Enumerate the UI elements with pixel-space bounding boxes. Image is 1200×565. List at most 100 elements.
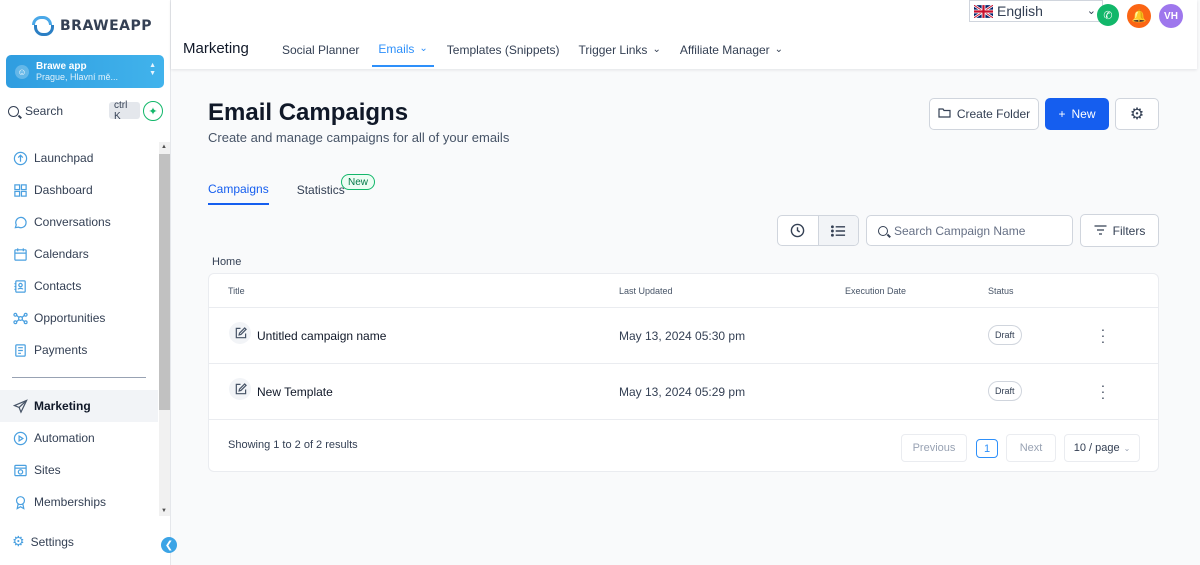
tab-campaigns[interactable]: Campaigns [208,174,269,205]
module-title: Marketing [183,40,249,57]
page-number-button[interactable]: 1 [976,439,998,458]
list-view-icon[interactable] [817,216,858,245]
campaign-search [866,215,1073,246]
campaign-last-updated: May 13, 2024 05:29 pm [619,385,746,399]
tab-social-planner[interactable]: Social Planner [276,36,365,63]
sidebar-item-label: Automation [34,431,95,445]
chevron-up-down-icon: ▲ ▼ [149,62,156,77]
new-campaign-button[interactable]: + New [1045,98,1109,130]
tab-statistics[interactable]: Statistics [297,174,345,205]
opportunities-network-icon [12,310,28,326]
view-toggle [777,215,859,246]
chevron-down-icon: ⌄ [1086,5,1096,17]
gear-icon: ⚙ [1129,106,1145,123]
sidebar-item-opportunities[interactable]: Opportunities [0,302,158,334]
sidebar-item-memberships[interactable]: Memberships [0,486,158,518]
search-icon [8,105,19,117]
page-title: Email Campaigns [208,99,409,126]
user-avatar[interactable]: VH [1159,4,1183,28]
col-status: Status [988,286,1014,296]
sidebar-item-payments[interactable]: Payments [0,334,158,366]
tab-label: Emails [378,41,415,56]
chevron-down-icon: ⌄ [652,44,661,55]
chevron-down-icon: ⌄ [1123,443,1131,453]
contacts-book-icon [12,278,28,294]
sidebar-item-marketing[interactable]: Marketing [0,390,158,422]
sidebar-item-label: Opportunities [34,311,106,325]
page-subtitle: Create and manage campaigns for all of y… [208,130,510,145]
scroll-down-arrow-icon[interactable]: ▼ [161,508,167,514]
create-folder-button[interactable]: Create Folder [929,98,1039,130]
scrollbar-thumb[interactable] [159,154,170,410]
account-location: Prague, Hlavní mě... [36,71,119,82]
table-footer: Showing 1 to 2 of 2 results Previous 1 N… [209,420,1158,472]
tab-templates-snippets[interactable]: Templates (Snippets) [441,36,566,63]
sidebar-item-label: Sites [34,463,61,477]
scroll-up-arrow-icon[interactable]: ▲ [161,144,167,150]
language-select[interactable]: English ⌄ [969,0,1103,22]
sidebar-item-label: Calendars [34,247,89,261]
tab-affiliate-manager[interactable]: Affiliate Manager ⌄ [674,36,789,63]
previous-page-button[interactable]: Previous [901,434,967,462]
account-name: Brawe app [36,60,87,72]
status-badge: Draft [988,381,1022,401]
collapse-sidebar-button[interactable]: ❮ [161,537,177,553]
account-icon: ☺ [15,64,29,79]
sites-globe-icon [12,462,28,478]
more-vertical-icon[interactable]: · · · [1099,322,1107,348]
filters-label: Filters [1112,223,1146,238]
bell-icon[interactable]: 🔔 [1127,4,1151,28]
col-title: Title [228,286,245,296]
sidebar-item-label: Dashboard [34,183,93,197]
campaigns-table: Title Last Updated Execution Date Status… [208,273,1159,472]
account-switcher[interactable]: ☺ Brawe app Prague, Hlavní mě... ▲ ▼ [6,55,164,88]
campaign-subtabs: Campaigns Statistics New [208,174,376,205]
create-folder-label: Create Folder [956,107,1031,121]
next-page-button[interactable]: Next [1006,434,1056,462]
sidebar-item-sites[interactable]: Sites [0,454,158,486]
page-size-label: 10 / page [1073,442,1120,454]
sidebar-item-launchpad[interactable]: Launchpad [0,142,158,174]
sidebar-item-conversations[interactable]: Conversations [0,206,158,238]
filter-lines-icon [1094,224,1107,238]
table-header: Title Last Updated Execution Date Status [209,274,1158,308]
edit-pencil-icon[interactable] [229,322,251,344]
new-badge: New [341,174,376,190]
sidebar-item-contacts[interactable]: Contacts [0,270,158,302]
sidebar-item-automation[interactable]: Automation [0,422,158,454]
sidebar-item-settings[interactable]: ⚙ Settings [12,533,74,550]
tab-label: Templates (Snippets) [446,42,560,57]
campaign-title[interactable]: Untitled campaign name [257,329,386,343]
tab-label: Social Planner [282,42,360,57]
table-row[interactable]: New Template May 13, 2024 05:29 pm Draft… [209,364,1158,420]
breadcrumb[interactable]: Home [212,256,241,268]
campaign-title[interactable]: New Template [257,385,333,399]
filters-button[interactable]: Filters [1080,214,1159,247]
tab-trigger-links[interactable]: Trigger Links ⌄ [573,36,667,63]
sidebar-item-calendars[interactable]: Calendars [0,238,158,270]
ai-sparkle-button[interactable]: ✦ [143,101,163,121]
brand-logo[interactable]: BRAWEAPP [30,14,152,38]
table-row[interactable]: Untitled campaign name May 13, 2024 05:3… [209,308,1158,364]
phone-icon[interactable]: ✆ [1097,4,1119,26]
more-vertical-icon[interactable]: · · · [1099,378,1107,404]
sidebar-search[interactable]: Search ctrl K [8,100,140,122]
clock-history-icon[interactable] [778,216,818,245]
brand-name: BRAWEAPP [60,18,153,34]
edit-pencil-icon[interactable] [229,378,251,400]
campaign-search-input[interactable] [894,223,1064,238]
dashboard-icon [12,182,28,198]
settings-gear-button[interactable]: ⚙ [1115,98,1159,130]
sidebar-scrollbar[interactable]: ▲ ▼ [159,142,170,516]
automation-play-icon [12,430,28,446]
sidebar-divider [12,377,146,378]
gear-icon: ⚙ [12,533,25,549]
sidebar-item-label: Conversations [34,215,111,229]
calendar-icon [12,246,28,262]
tab-emails[interactable]: Emails ⌄ [372,36,434,67]
new-label: New [1071,107,1096,121]
launchpad-icon [12,150,28,166]
page-size-select[interactable]: 10 / page ⌄ [1064,434,1140,462]
sidebar-item-dashboard[interactable]: Dashboard [0,174,158,206]
settings-label: Settings [30,534,74,549]
